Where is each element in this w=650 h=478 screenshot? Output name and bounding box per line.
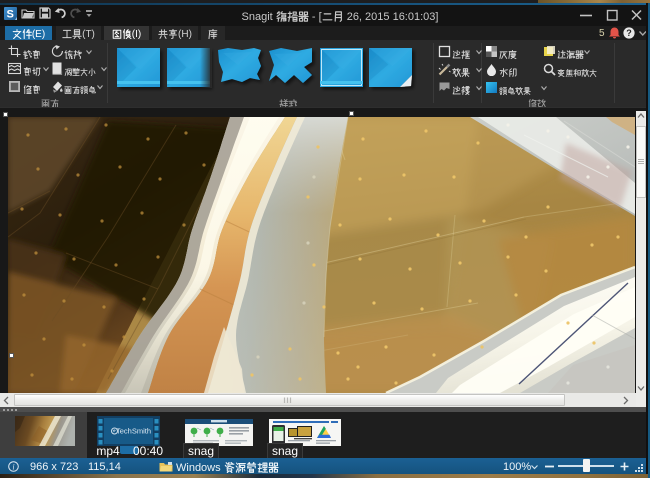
svg-text:?: ?: [626, 28, 632, 38]
svg-text:TechSmith: TechSmith: [116, 427, 151, 436]
svg-text:i: i: [12, 462, 14, 471]
svg-text:S: S: [7, 9, 14, 21]
